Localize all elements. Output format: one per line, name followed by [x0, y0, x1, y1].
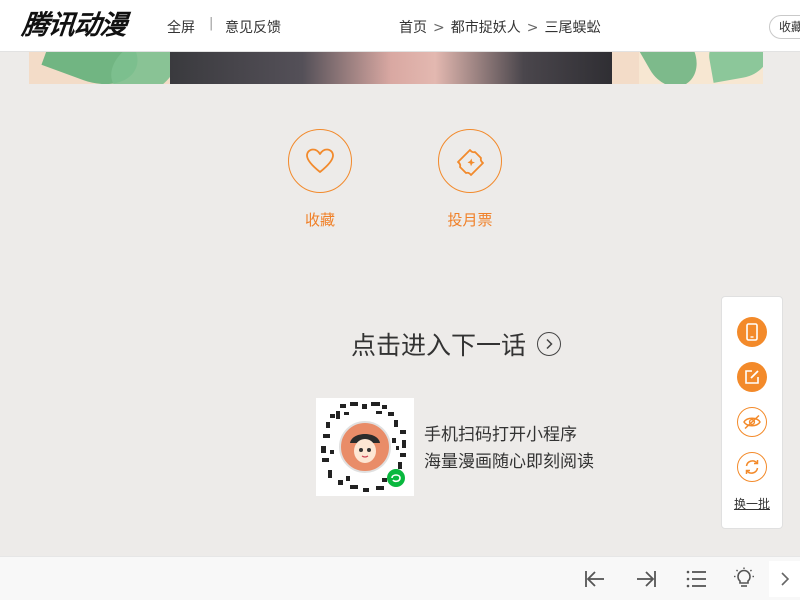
next-page-button[interactable] [769, 561, 800, 597]
chevron-right-icon [780, 572, 789, 586]
leaf-decoration [635, 52, 707, 84]
bottom-toolbar [0, 556, 800, 600]
change-batch-link[interactable]: 换一批 [722, 495, 782, 512]
logo[interactable]: 腾讯动漫 [20, 8, 128, 44]
refresh-icon [745, 460, 759, 474]
list-icon [686, 570, 706, 588]
favorite-label: 收藏 [304, 211, 335, 229]
nav-separator: | [209, 16, 214, 31]
mini-program-qr-code [316, 398, 414, 496]
next-chapter-arrow-icon [537, 332, 562, 356]
right-float-panel: 换一批 [721, 296, 783, 529]
refresh-button[interactable] [737, 452, 767, 482]
light-toggle-button[interactable] [732, 567, 756, 591]
qr-code-image [316, 398, 414, 496]
breadcrumb: 首页 > 都市捉妖人 > 三尾蜈蚣 [399, 17, 600, 37]
breadcrumb-separator: > [433, 20, 445, 36]
comic-page-image [29, 52, 763, 84]
phone-icon [746, 323, 758, 341]
mobile-read-button[interactable] [737, 317, 767, 347]
leaf-decoration [705, 52, 763, 83]
lightbulb-icon [734, 567, 754, 587]
eye-off-icon [743, 414, 761, 430]
heart-icon [306, 148, 334, 173]
breadcrumb-separator: > [526, 20, 539, 36]
monthly-ticket-circle [438, 129, 502, 193]
favorite-circle [288, 129, 352, 193]
chapter-list-button[interactable] [684, 567, 708, 591]
top-header: 腾讯动漫 全屏 | 意见反馈 首页 > 都市捉妖人 > 三尾蜈蚣 收藏 [0, 0, 800, 52]
fullscreen-link[interactable]: 全屏 [167, 17, 195, 37]
qr-promo-line2: 海量漫画随心即刻阅读 [424, 452, 594, 472]
edit-icon [745, 370, 759, 384]
last-page-icon [637, 571, 656, 587]
first-page-button[interactable] [583, 567, 607, 591]
first-page-icon [585, 571, 604, 587]
qr-promo-line1: 手机扫码打开小程序 [424, 425, 577, 445]
favorite-button[interactable]: 收藏 [287, 129, 353, 230]
breadcrumb-chapter[interactable]: 三尾蜈蚣 [544, 20, 600, 36]
last-page-button[interactable] [634, 567, 658, 591]
feedback-link[interactable]: 意见反馈 [225, 17, 281, 37]
next-chapter-label: 点击进入下一话 [351, 331, 527, 360]
monthly-ticket-button[interactable]: 投月票 [437, 129, 503, 230]
comic-panel-center [170, 52, 612, 84]
hide-bullet-button[interactable] [737, 407, 767, 437]
breadcrumb-home[interactable]: 首页 [399, 20, 427, 36]
next-chapter-button[interactable]: 点击进入下一话 [351, 326, 562, 362]
comment-button[interactable] [737, 362, 767, 392]
breadcrumb-comic[interactable]: 都市捉妖人 [451, 20, 521, 36]
monthly-ticket-label: 投月票 [447, 211, 493, 229]
favorite-pill-button[interactable]: 收藏 [769, 15, 800, 39]
ticket-icon [457, 149, 484, 176]
comic-panel-right [635, 52, 763, 84]
qr-promo-text: 手机扫码打开小程序 海量漫画随心即刻阅读 [424, 422, 594, 476]
